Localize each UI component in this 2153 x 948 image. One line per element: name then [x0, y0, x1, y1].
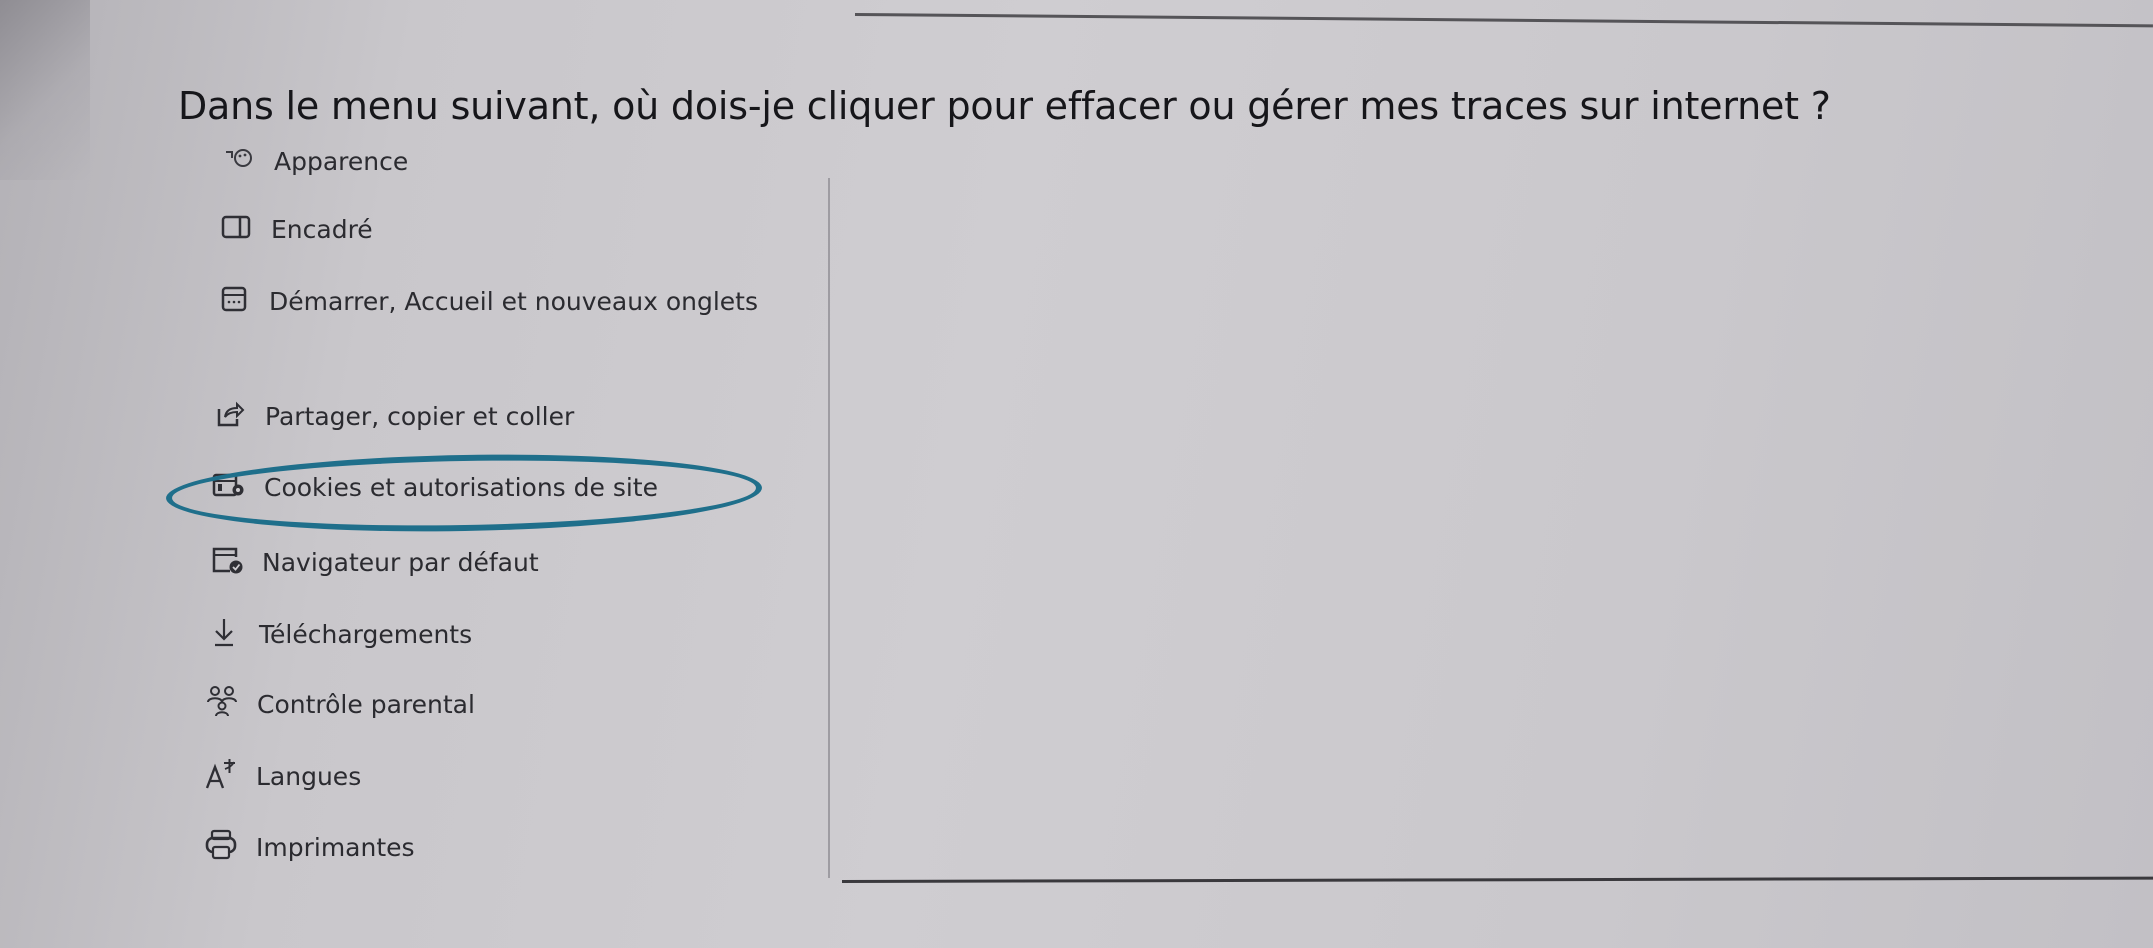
family-icon	[205, 685, 239, 719]
share-icon	[213, 397, 247, 431]
menu-item-cookies-permissions[interactable]: Cookies et autorisations de site	[212, 466, 784, 510]
menu-item-label: Langues	[256, 762, 362, 791]
menu-item-parental-control[interactable]: Contrôle parental	[205, 683, 777, 727]
settings-menu: Apparence Encadré Démarrer, Accueil et n…	[0, 0, 820, 948]
sidebar-icon	[219, 210, 253, 244]
menu-item-label: Apparence	[274, 147, 409, 176]
panel-divider	[828, 178, 830, 878]
printer-icon	[204, 828, 238, 862]
languages-icon	[204, 757, 238, 791]
menu-item-label: Partager, copier et coller	[265, 402, 575, 431]
menu-item-default-browser[interactable]: Navigateur par défaut	[210, 541, 782, 585]
bottom-rule-line	[841, 876, 2153, 883]
menu-item-label: Démarrer, Accueil et nouveaux onglets	[269, 287, 759, 316]
menu-item-printers[interactable]: Imprimantes	[204, 826, 776, 870]
menu-item-sidebar[interactable]: Encadré	[219, 208, 791, 252]
menu-item-label: Imprimantes	[256, 833, 415, 862]
appearance-icon	[222, 142, 256, 176]
menu-item-downloads[interactable]: Téléchargements	[207, 613, 779, 657]
menu-item-share-copy-paste[interactable]: Partager, copier et coller	[213, 395, 785, 439]
menu-item-start-home[interactable]: Démarrer, Accueil et nouveaux onglets	[217, 280, 789, 324]
menu-item-label: Cookies et autorisations de site	[264, 473, 658, 502]
default-browser-icon	[210, 543, 244, 577]
top-rule-line	[854, 13, 2153, 28]
start-home-icon	[217, 282, 251, 316]
download-icon	[207, 615, 241, 649]
menu-item-label: Téléchargements	[259, 620, 473, 649]
menu-item-label: Navigateur par défaut	[262, 548, 539, 577]
menu-item-languages[interactable]: Langues	[204, 755, 776, 799]
menu-item-appearance[interactable]: Apparence	[222, 140, 794, 184]
menu-item-label: Encadré	[271, 215, 373, 244]
menu-item-label: Contrôle parental	[257, 690, 475, 719]
cookies-permissions-icon	[212, 468, 246, 502]
